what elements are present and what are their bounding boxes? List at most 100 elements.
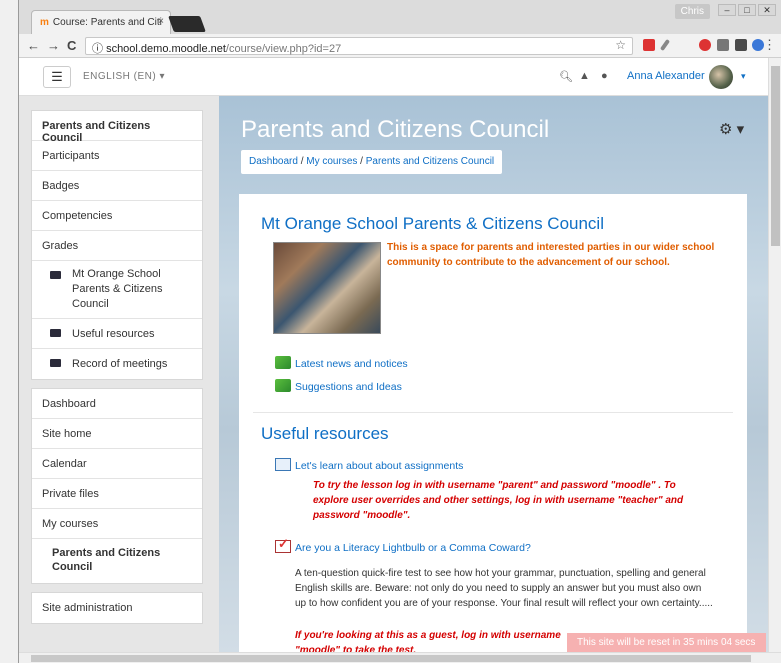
course-photo <box>273 242 381 334</box>
drawer-item-label: Private files <box>42 488 99 500</box>
window-close-icon[interactable]: ✕ <box>758 4 776 16</box>
drawer-item-calendar[interactable]: Calendar <box>32 449 202 479</box>
nav-drawer: Parents and Citizens Council Participant… <box>19 96 219 656</box>
folder-icon <box>50 359 61 367</box>
moodle-favicon-icon: m <box>40 17 49 28</box>
breadcrumb: Dashboard / My courses / Parents and Cit… <box>241 150 503 174</box>
drawer-item-label: Useful resources <box>72 328 155 340</box>
forum-icon <box>275 356 291 369</box>
url-path: /course/view.php?id=27 <box>225 43 342 55</box>
browser-menu-icon[interactable]: ⋮ <box>763 37 776 53</box>
window-controls: – □ ✕ <box>718 4 776 16</box>
drawer-item-label: Calendar <box>42 458 87 470</box>
browser-window: m Course: Parents and Citi × Chris – □ ✕ … <box>18 0 781 663</box>
browser-tab[interactable]: m Course: Parents and Citi × <box>31 10 171 34</box>
drawer-item-label: My courses <box>42 518 99 530</box>
lesson-icon <box>275 458 291 471</box>
bookmark-star-icon[interactable]: ☆ <box>615 38 626 52</box>
moodle-navbar: ☰ ENGLISH (EN) ▾ 🔍︎ ▲ ● Anna Alexander ▾ <box>19 58 768 96</box>
breadcrumb-my-courses[interactable]: My courses <box>306 156 357 167</box>
course-nav-block: Parents and Citizens Council Participant… <box>31 110 203 380</box>
drawer-item-label: Competencies <box>42 210 113 222</box>
drawer-item-my-courses[interactable]: My courses <box>32 509 202 539</box>
minimize-icon[interactable]: – <box>718 4 736 16</box>
quiz-note-continued: "moodle" to take the test. <box>295 645 417 652</box>
drawer-item-section-3[interactable]: Record of meetings <box>32 349 202 379</box>
section-summary: This is a space for parents and interest… <box>387 242 715 268</box>
back-icon[interactable]: ← <box>27 38 40 53</box>
drawer-item-badges[interactable]: Badges <box>32 171 202 201</box>
drawer-item-competencies[interactable]: Competencies <box>32 201 202 231</box>
main-region: Parents and Citizens Council ⚙ ▾ Dashboa… <box>219 96 768 652</box>
address-bar[interactable]: ⓘ school.demo.moodle.net/course/view.php… <box>85 37 633 55</box>
drawer-item-label: Grades <box>42 240 79 252</box>
activity-label: Are you a Literacy Lightbulb or a Comma … <box>295 542 531 554</box>
activity-label: Suggestions and Ideas <box>295 381 402 393</box>
drawer-item-label: Dashboard <box>42 398 96 410</box>
drawer-item-site-home[interactable]: Site home <box>32 419 202 449</box>
extension-dark-icon[interactable] <box>735 39 747 51</box>
drawer-item-label: Mt Orange School Parents & Citizens Coun… <box>72 268 163 310</box>
horizontal-scrollbar[interactable] <box>19 652 781 663</box>
quiz-description: A ten-question quick-fire test to see ho… <box>295 568 713 609</box>
user-name[interactable]: Anna Alexander <box>627 70 705 82</box>
drawer-item-label: Parents and Citizens Council <box>52 547 161 573</box>
folder-icon <box>50 329 61 337</box>
browser-titlebar: m Course: Parents and Citi × Chris – □ ✕ <box>19 0 781 34</box>
folder-icon <box>50 271 61 279</box>
section-divider <box>253 412 733 413</box>
vertical-scrollbar[interactable] <box>768 58 781 652</box>
forum-activity-suggestions[interactable]: Suggestions and Ideas <box>275 379 402 393</box>
drawer-item-label: Badges <box>42 180 80 192</box>
browser-toolbar: ← → C ⓘ school.demo.moodle.net/course/vi… <box>19 34 781 58</box>
quiz-note: If you're looking at this as a guest, lo… <box>295 630 561 641</box>
section-title-2[interactable]: Useful resources <box>261 424 389 444</box>
drawer-item-label: Participants <box>42 150 100 162</box>
drawer-item-grades[interactable]: Grades <box>32 231 202 261</box>
drawer-item-label: Record of meetings <box>72 358 168 370</box>
extension-gmail-icon[interactable] <box>643 39 655 51</box>
user-menu-caret-icon[interactable]: ▾ <box>741 71 746 82</box>
language-menu[interactable]: ENGLISH (EN) ▾ <box>83 71 165 82</box>
drawer-item-private-files[interactable]: Private files <box>32 479 202 509</box>
breadcrumb-dashboard[interactable]: Dashboard <box>249 156 298 167</box>
avatar[interactable] <box>709 65 733 89</box>
lesson-activity[interactable]: Let's learn about about assignments <box>275 458 463 472</box>
profile-chip[interactable]: Chris <box>674 4 710 19</box>
breadcrumb-course[interactable]: Parents and Citizens Council <box>366 156 494 167</box>
search-icon[interactable]: 🔍︎ <box>559 70 573 83</box>
tab-close-icon[interactable]: × <box>158 16 164 27</box>
notifications-icon[interactable]: ▲ <box>579 70 590 82</box>
drawer-item-course[interactable]: Parents and Citizens Council <box>32 111 202 144</box>
drawer-item-dashboard[interactable]: Dashboard <box>32 389 202 419</box>
quiz-activity[interactable]: Are you a Literacy Lightbulb or a Comma … <box>275 536 531 554</box>
drawer-item-participants[interactable]: Participants <box>32 141 202 171</box>
horizontal-scroll-thumb[interactable] <box>31 655 751 662</box>
forum-activity-news[interactable]: Latest news and notices <box>275 356 408 370</box>
new-tab-button[interactable] <box>168 16 206 32</box>
gear-icon[interactable]: ⚙ ▾ <box>719 120 744 138</box>
admin-nav-block: Site administration <box>31 592 203 624</box>
drawer-item-site-administration[interactable]: Site administration <box>32 593 202 623</box>
info-icon[interactable]: ⓘ <box>92 43 103 55</box>
messages-icon[interactable]: ● <box>601 70 608 82</box>
activity-label: Let's learn about about assignments <box>295 460 464 472</box>
drawer-item-section-1[interactable]: Mt Orange School Parents & Citizens Coun… <box>32 261 202 319</box>
quiz-icon <box>275 536 291 553</box>
drawer-item-section-2[interactable]: Useful resources <box>32 319 202 349</box>
drawer-item-current-course[interactable]: Parents and Citizens Council <box>32 539 202 583</box>
section-title-1[interactable]: Mt Orange School Parents & Citizens Coun… <box>261 214 604 234</box>
language-label: ENGLISH (EN) <box>83 71 157 82</box>
extension-gray-icon[interactable] <box>717 39 729 51</box>
drawer-toggle-button[interactable]: ☰ <box>43 66 71 88</box>
drawer-item-label: Site administration <box>42 602 133 614</box>
reload-icon[interactable]: C <box>67 38 76 53</box>
url-host: school.demo.moodle.net <box>106 43 226 55</box>
forward-icon[interactable]: → <box>47 38 60 53</box>
extension-pen-icon[interactable] <box>659 38 671 52</box>
vertical-scroll-thumb[interactable] <box>771 66 780 246</box>
maximize-icon[interactable]: □ <box>738 4 756 16</box>
course-content: Mt Orange School Parents & Citizens Coun… <box>239 194 747 652</box>
extension-badge-icon[interactable] <box>699 39 711 51</box>
forum-icon <box>275 379 291 392</box>
